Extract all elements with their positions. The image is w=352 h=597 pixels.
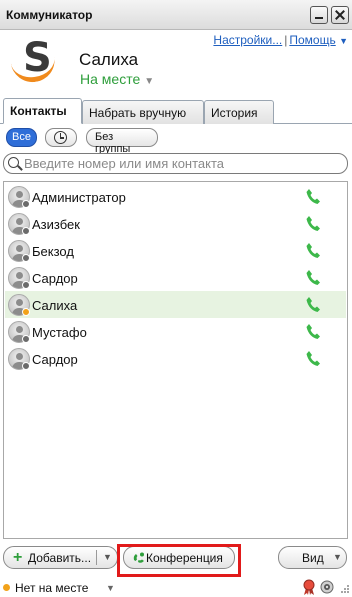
award-ribbon-icon[interactable]	[302, 579, 316, 596]
highlight-box	[117, 544, 241, 577]
presence-dot-icon	[22, 362, 30, 370]
presence-dot-icon	[22, 227, 30, 235]
minimize-button[interactable]	[310, 6, 328, 24]
add-contact-label: Добавить...	[28, 551, 92, 565]
view-chevron-down-icon: ▼	[333, 552, 342, 562]
contact-name: Мустафо	[32, 325, 87, 340]
profile-header: Настройки... | Помощь ▼ S Салиха На месте ▼	[0, 30, 352, 98]
search-input[interactable]	[24, 156, 342, 171]
search-icon	[8, 157, 19, 168]
call-phone-icon[interactable]	[306, 269, 320, 285]
contact-row[interactable]: Азизбек	[5, 210, 346, 237]
contact-row[interactable]: Сардор	[5, 345, 346, 372]
call-phone-icon[interactable]	[306, 215, 320, 231]
view-label: Вид	[302, 551, 324, 565]
clock-icon	[54, 131, 67, 144]
call-phone-icon[interactable]	[306, 242, 320, 258]
add-chevron-down-icon[interactable]: ▼	[103, 552, 112, 562]
top-links: Настройки... | Помощь ▼	[213, 33, 348, 47]
tab-contacts[interactable]: Контакты	[3, 98, 82, 124]
contact-filters: Все Без группы	[0, 124, 352, 155]
contact-name: Сардор	[32, 271, 78, 286]
tab-history[interactable]: История	[204, 100, 274, 124]
speaker-icon[interactable]	[320, 580, 334, 594]
user-name: Салиха	[79, 50, 139, 69]
away-status-dot-icon	[3, 584, 10, 591]
title-bar: Коммуникатор	[0, 0, 352, 30]
add-contact-button[interactable]: + Добавить... ▼	[3, 546, 118, 569]
contact-row[interactable]: Мустафо	[5, 318, 346, 345]
presence-dot-icon	[22, 308, 30, 316]
status-bar-presence[interactable]: Нет на месте	[15, 581, 88, 595]
call-phone-icon[interactable]	[306, 296, 320, 312]
contact-row[interactable]: Сардор	[5, 264, 346, 291]
button-divider	[96, 550, 97, 565]
contact-row[interactable]: Администратор	[5, 183, 346, 210]
help-link[interactable]: Помощь	[289, 33, 335, 47]
presence-dot-icon	[22, 335, 30, 343]
call-phone-icon[interactable]	[306, 350, 320, 366]
settings-link[interactable]: Настройки...	[213, 33, 282, 47]
status-chevron-down-icon: ▼	[144, 76, 155, 87]
presence-status-selector[interactable]: На месте ▼	[80, 71, 154, 87]
plus-icon: +	[13, 549, 23, 566]
presence-status-label: На месте	[80, 71, 141, 87]
help-chevron-down-icon[interactable]: ▼	[339, 36, 348, 46]
presence-dot-icon	[22, 200, 30, 208]
contact-name: Азизбек	[32, 217, 80, 232]
filter-all-button[interactable]: Все	[6, 128, 37, 147]
call-phone-icon[interactable]	[306, 188, 320, 204]
status-bar: Нет на месте ▼	[0, 579, 352, 597]
search-box	[3, 153, 348, 174]
filter-recent-button[interactable]	[45, 128, 77, 147]
contact-name: Администратор	[32, 190, 126, 205]
call-phone-icon[interactable]	[306, 323, 320, 339]
close-button[interactable]	[331, 6, 349, 24]
contact-name: Салиха	[32, 298, 78, 313]
tab-bar: Контакты Набрать вручную История	[0, 98, 352, 124]
window-title: Коммуникатор	[6, 8, 93, 22]
presence-dot-icon	[22, 254, 30, 262]
app-logo: S	[10, 36, 58, 85]
contact-name: Бекзод	[32, 244, 74, 259]
contact-list[interactable]: Администратор Азизбек Бекзод Сардор Салиха Му…	[3, 181, 348, 539]
link-separator: |	[284, 33, 288, 47]
contact-name: Сардор	[32, 352, 78, 367]
tab-manual-dial[interactable]: Набрать вручную	[82, 100, 204, 124]
contact-row[interactable]: Бекзод	[5, 237, 346, 264]
presence-dot-icon	[22, 281, 30, 289]
view-button[interactable]: Вид ▼	[278, 546, 347, 569]
filter-no-group-button[interactable]: Без группы	[86, 128, 158, 155]
status-bar-chevron-down-icon[interactable]: ▼	[106, 583, 115, 593]
resize-grip-icon[interactable]	[340, 584, 350, 594]
contact-row[interactable]: Салиха	[5, 291, 346, 318]
